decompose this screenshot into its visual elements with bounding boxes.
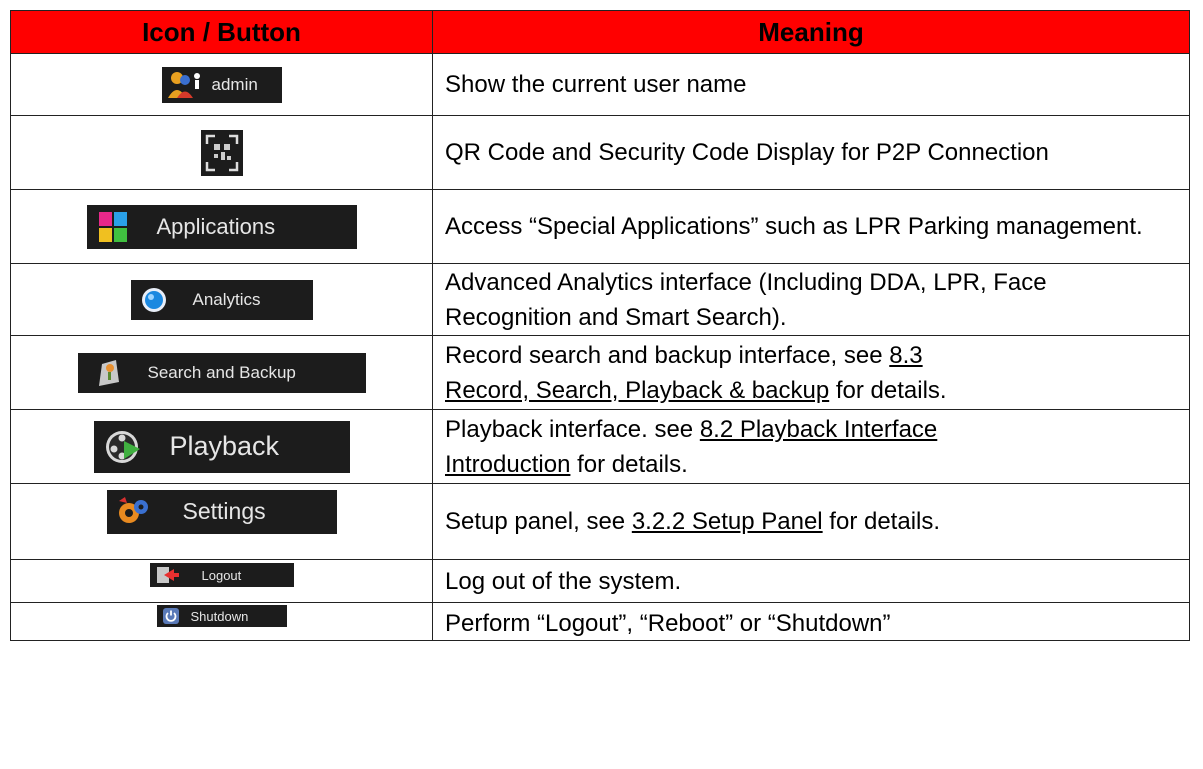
meaning-text: Advanced Analytics interface (Including … — [432, 263, 1190, 336]
icon-label: Analytics — [192, 289, 261, 309]
icon-label: Search and Backup — [147, 362, 296, 382]
link-playback-interface[interactable]: 8.2 Playback Interface — [700, 416, 937, 443]
meaning-text: QR Code and Security Code Display for P2… — [432, 115, 1190, 190]
settings-icon — [118, 496, 148, 523]
analytics-button[interactable]: Analytics — [130, 279, 313, 320]
icon-label: Logout — [201, 567, 242, 583]
meaning-text: Setup panel, see 3.2.2 Setup Panel for d… — [432, 483, 1190, 560]
meaning-text: Access “Special Applications” such as LP… — [432, 189, 1190, 264]
table-row: Applications Access “Special Application… — [10, 189, 1190, 264]
icon-meaning-table: Icon / Button Meaning admin Show the cur… — [10, 10, 1190, 641]
analytics-icon — [141, 287, 166, 312]
table-row: Shutdown Perform “Logout”, “Reboot” or “… — [10, 602, 1190, 641]
table-row: QR Code and Security Code Display for P2… — [10, 115, 1190, 190]
icon-label: admin — [211, 74, 258, 94]
meaning-text-post: for details. — [822, 508, 941, 535]
icon-label: Playback — [169, 431, 280, 461]
table-row: Settings Setup panel, see 3.2.2 Setup Pa… — [10, 483, 1190, 560]
admin-user-button[interactable]: admin — [161, 66, 282, 103]
header-row: Icon / Button Meaning — [10, 10, 1190, 54]
icon-label: Shutdown — [190, 608, 249, 624]
applications-icon — [98, 211, 127, 242]
link-record-search-title[interactable]: Record, Search, Playback & backup — [445, 377, 829, 404]
meaning-text: Show the current user name — [432, 53, 1190, 116]
playback-button[interactable]: Playback — [93, 420, 350, 473]
meaning-text-post: for details. — [829, 376, 947, 404]
playback-icon — [105, 430, 140, 463]
meaning-text-post: for details. — [570, 450, 688, 478]
search-backup-icon — [98, 359, 119, 386]
user-icon — [167, 71, 200, 98]
icon-label: Applications — [156, 213, 276, 239]
meaning-text: Playback interface. see 8.2 Playback Int… — [432, 409, 1190, 484]
meaning-text: Perform “Logout”, “Reboot” or “Shutdown” — [432, 602, 1190, 641]
table-row: Logout Log out of the system. — [10, 559, 1190, 603]
settings-button[interactable]: Settings — [106, 489, 337, 534]
logout-button[interactable]: Logout — [149, 563, 294, 587]
table-row: Search and Backup Record search and back… — [10, 335, 1190, 410]
search-backup-button[interactable]: Search and Backup — [77, 352, 366, 393]
applications-button[interactable]: Applications — [86, 204, 357, 249]
table-row: Playback Playback interface. see 8.2 Pla… — [10, 409, 1190, 484]
link-record-search[interactable]: 8.3 — [889, 342, 922, 369]
meaning-text-pre: Playback interface. see — [445, 415, 700, 443]
meaning-text: Record search and backup interface, see … — [432, 335, 1190, 410]
qr-code-icon — [205, 134, 238, 171]
link-setup-panel[interactable]: 3.2.2 Setup Panel — [632, 508, 823, 535]
meaning-text: Log out of the system. — [432, 559, 1190, 603]
link-playback-introduction[interactable]: Introduction — [445, 451, 570, 478]
shutdown-icon — [162, 608, 179, 624]
logout-icon — [156, 567, 179, 583]
table-row: Analytics Advanced Analytics interface (… — [10, 263, 1190, 336]
meaning-text-pre: Record search and backup interface, see — [445, 341, 890, 369]
header-meaning: Meaning — [432, 10, 1190, 54]
shutdown-button[interactable]: Shutdown — [156, 605, 287, 627]
qr-code-button[interactable] — [200, 129, 243, 176]
table-row: admin Show the current user name — [10, 53, 1190, 116]
header-icon-button: Icon / Button — [10, 10, 433, 54]
meaning-text-pre: Setup panel, see — [445, 508, 632, 535]
icon-label: Settings — [182, 498, 266, 524]
